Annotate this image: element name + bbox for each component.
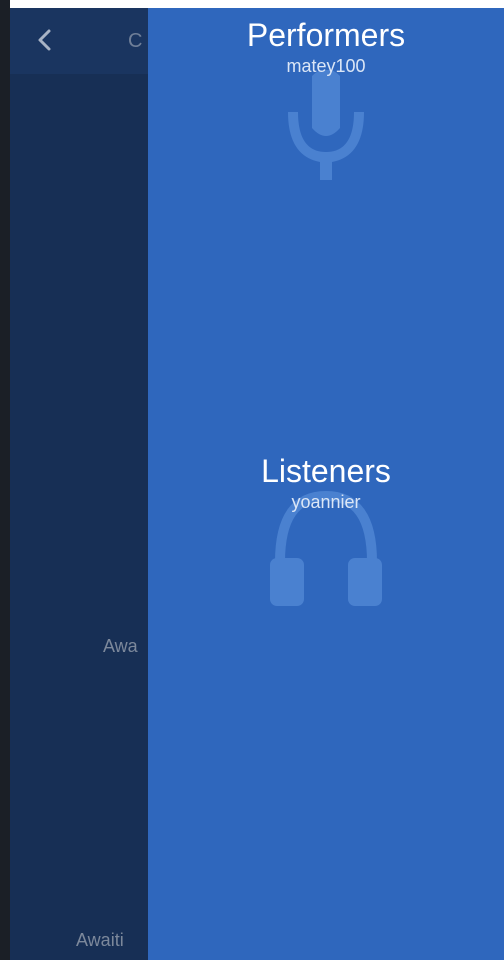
listeners-title: Listeners	[261, 453, 391, 489]
microphone-icon	[288, 70, 364, 180]
performer-username[interactable]: matey100	[148, 54, 504, 78]
performers-title: Performers	[246, 17, 406, 53]
app-screen: C Awa Awaiti Performers matey100 Listene…	[0, 0, 504, 964]
chevron-left-icon[interactable]	[30, 24, 62, 56]
performers-section: Performers matey100	[148, 16, 504, 180]
top-strip	[10, 0, 504, 8]
listener-username[interactable]: yoannier	[148, 490, 504, 514]
left-edge	[0, 0, 10, 964]
bottom-strip	[0, 960, 504, 964]
awaiting-label: Awa	[103, 636, 138, 656]
page-title: C	[128, 30, 143, 52]
awaiting-label-secondary: Awaiti	[76, 930, 124, 950]
listeners-section: Listeners yoannier	[148, 452, 504, 606]
participants-drawer: Performers matey100 Listeners yoannier	[148, 8, 504, 960]
